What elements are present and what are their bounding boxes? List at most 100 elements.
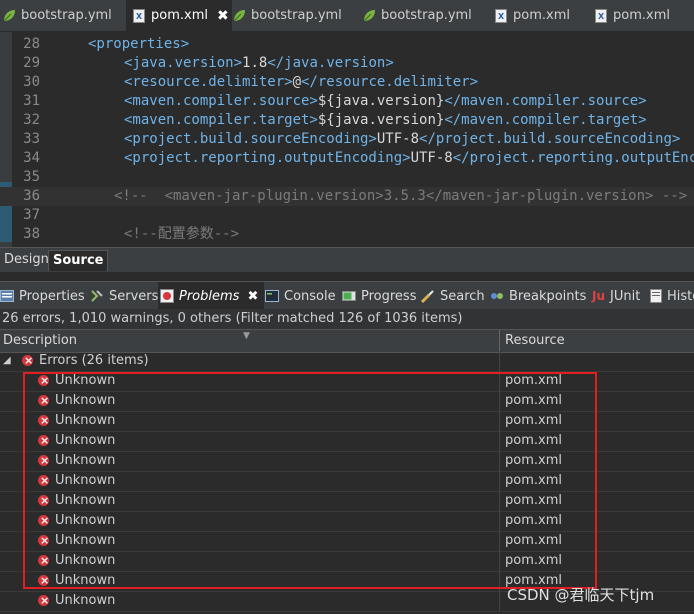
xml-tag: <maven.compiler.target> <box>124 112 318 128</box>
line-number: 34 <box>23 150 40 166</box>
line-number: 38 <box>23 226 40 242</box>
editor-tab-bootstrap-3[interactable]: bootstrap.yml <box>362 0 472 31</box>
tab-label: Progress <box>361 288 417 304</box>
code-text: <maven.compiler.source>${java.version}</… <box>124 92 647 111</box>
svg-text:X: X <box>136 12 143 21</box>
xml-file-icon: X <box>494 8 508 23</box>
xml-text: UTF-8 <box>410 150 453 166</box>
xml-tag: </maven.compiler.source> <box>444 93 647 109</box>
tab-label: Search <box>440 288 485 304</box>
tab-breakpoints[interactable]: Breakpoints <box>490 282 586 310</box>
line-number: 29 <box>23 55 40 71</box>
tab-junit[interactable]: Ju JUnit <box>592 282 640 310</box>
xml-tag: <resource.delimiter> <box>124 74 293 90</box>
column-separator[interactable] <box>499 330 500 352</box>
column-separator <box>499 591 500 611</box>
tab-console[interactable]: Console <box>265 282 336 310</box>
xml-tag: <properties> <box>88 36 190 52</box>
svg-text:X: X <box>498 12 505 21</box>
xml-tag: </project.build.sourceEncoding> <box>419 131 681 147</box>
editor-tab-pom-active[interactable]: X pom.xml ✖ <box>126 0 232 31</box>
view-tab-bar: Properties Servers Problems ✖ Console Pr… <box>0 281 694 310</box>
code-text: <project.reporting.outputEncoding>UTF-8<… <box>124 149 694 168</box>
tab-label: Problems <box>179 288 240 304</box>
error-icon <box>38 591 49 611</box>
close-icon[interactable]: ✖ <box>217 8 229 24</box>
column-resource[interactable]: Resource <box>505 333 565 348</box>
servers-icon <box>90 289 104 303</box>
close-icon[interactable]: ✖ <box>247 289 258 304</box>
tab-label: bootstrap.yml <box>251 8 342 23</box>
tab-problems[interactable]: Problems ✖ <box>158 282 265 310</box>
tab-label: bootstrap.yml <box>381 8 472 23</box>
code-text: <!-- <maven-jar-plugin.version>3.5.3</ma… <box>114 187 687 206</box>
code-line[interactable]: 28 <properties> <box>0 35 694 54</box>
code-text: <java.version>1.8</java.version> <box>124 54 394 73</box>
spring-leaf-icon <box>232 9 246 23</box>
tab-label: Servers <box>109 288 159 304</box>
junit-icon: Ju <box>592 289 606 303</box>
svg-text:X: X <box>598 12 605 21</box>
code-line[interactable]: 36 <!-- <maven-jar-plugin.version>3.5.3</… <box>0 187 694 206</box>
errors-group-row[interactable]: ◢ Errors (26 items) <box>0 351 694 372</box>
tab-label: Breakpoints <box>509 288 587 304</box>
xml-text: @ <box>292 74 302 90</box>
problems-table-header: Description ▼ Resource <box>0 329 694 353</box>
xml-comment: <!-- <maven-jar-plugin.version>3.5.3</ma… <box>114 188 688 204</box>
code-line[interactable]: 29 <java.version>1.8</java.version> <box>0 54 694 73</box>
editor-mode-tabs: Design Source <box>0 247 694 272</box>
editor-tab-pom-3[interactable]: X pom.xml <box>594 0 670 31</box>
tab-label: Console <box>284 288 336 304</box>
tab-servers[interactable]: Servers <box>90 282 158 310</box>
code-line[interactable]: 33 <project.build.sourceEncoding>UTF-8</p… <box>0 130 694 149</box>
line-number: 32 <box>23 112 40 128</box>
highlight-box <box>23 372 597 589</box>
tab-design[interactable]: Design <box>0 250 53 270</box>
group-label: Errors (26 items) <box>39 353 149 368</box>
code-line[interactable]: 34 <project.reporting.outputEncoding>UTF-… <box>0 149 694 168</box>
spring-leaf-icon <box>362 9 376 23</box>
editor-tab-bootstrap-2[interactable]: bootstrap.yml <box>232 0 342 31</box>
tab-label: pom.xml <box>513 8 570 23</box>
tab-label: Properties <box>19 288 85 304</box>
tab-label: pom.xml <box>613 8 670 23</box>
tab-label: pom.xml <box>151 8 208 23</box>
editor-tab-bootstrap-1[interactable]: bootstrap.yml <box>2 0 112 31</box>
code-line[interactable]: 32 <maven.compiler.target>${java.version}… <box>0 111 694 130</box>
column-separator <box>499 351 500 371</box>
code-line[interactable]: 30 <resource.delimiter>@</resource.delimi… <box>0 73 694 92</box>
column-description[interactable]: Description <box>3 333 77 348</box>
console-icon <box>265 290 279 302</box>
tab-label: JUnit <box>610 288 641 304</box>
code-line[interactable]: 37 <box>0 206 694 225</box>
code-line[interactable]: 35 <box>0 168 694 187</box>
search-icon <box>421 289 435 303</box>
tab-search[interactable]: Search <box>421 282 485 310</box>
breakpoints-icon <box>490 290 504 302</box>
editor-tab-pom-2[interactable]: X pom.xml <box>494 0 570 31</box>
tab-progress[interactable]: Progress <box>342 282 416 310</box>
tab-properties[interactable]: Properties <box>0 282 85 310</box>
code-line[interactable]: 31 <maven.compiler.source>${java.version}… <box>0 92 694 111</box>
history-icon <box>650 289 662 303</box>
problems-summary: 26 errors, 1,010 warnings, 0 others (Fil… <box>0 309 694 329</box>
xml-tag: </maven.compiler.target> <box>444 112 647 128</box>
collapse-triangle-icon[interactable]: ◢ <box>3 351 11 371</box>
line-number: 30 <box>23 74 40 90</box>
xml-tag: </java.version> <box>267 55 394 71</box>
code-editor[interactable]: 28 <properties> 29 <java.version>1.8</java.… <box>0 32 694 247</box>
code-text: <project.build.sourceEncoding>UTF-8</pro… <box>124 130 680 149</box>
xml-text: 1.8 <box>242 55 268 71</box>
tab-source[interactable]: Source <box>48 250 109 271</box>
code-text: <!--配置参数--> <box>124 225 239 244</box>
tab-label: History <box>667 288 694 304</box>
code-text: <resource.delimiter>@</resource.delimite… <box>124 73 478 92</box>
xml-file-icon: X <box>594 8 608 23</box>
line-number: 35 <box>23 169 40 185</box>
xml-tag: <project.build.sourceEncoding> <box>124 131 377 147</box>
code-line[interactable]: 38 <!--配置参数--> <box>0 225 694 244</box>
tab-history[interactable]: History <box>650 282 694 310</box>
line-number: 37 <box>23 207 40 223</box>
problem-description: Unknown <box>55 593 116 608</box>
code-text: <properties> <box>88 35 189 54</box>
